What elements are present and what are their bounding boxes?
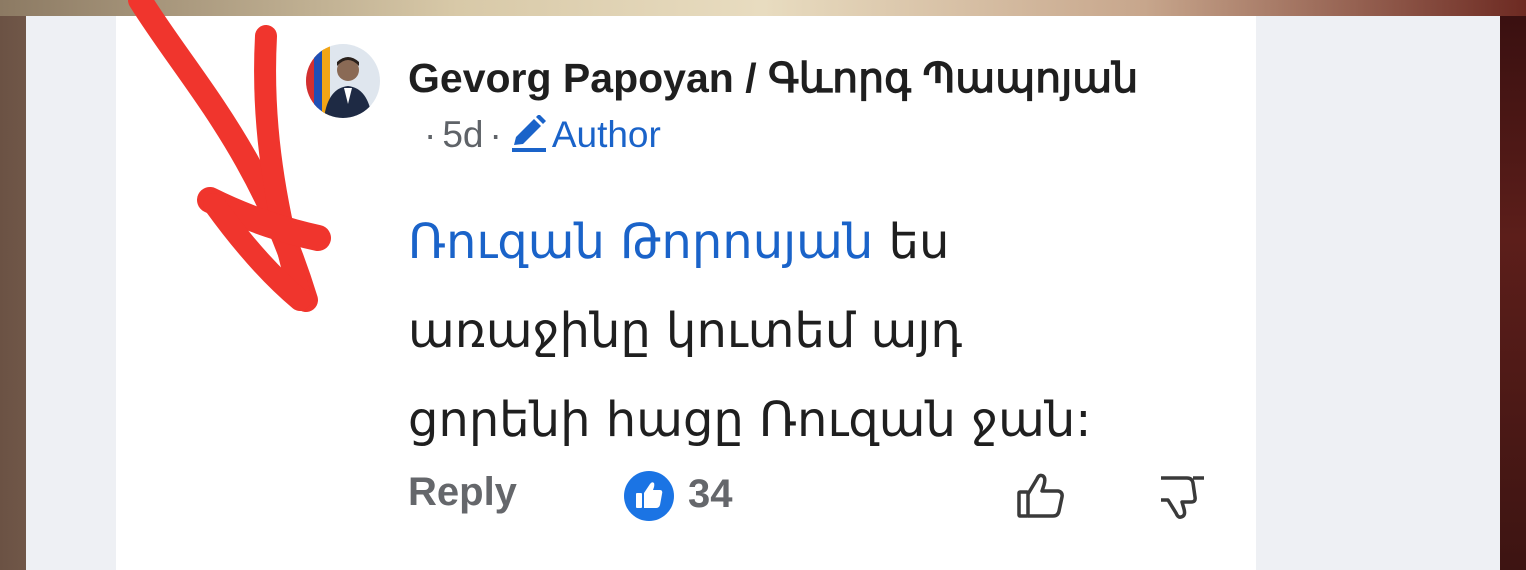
comment-line-3: ցորենի հացը Ռուզան ջան: [408, 392, 1092, 448]
comment-meta: · 5d · Author [418, 114, 661, 156]
comment-line-1: Ռուզան Թորոսյան ես [408, 198, 1228, 287]
background-edge [1500, 16, 1526, 570]
like-count: 34 [688, 472, 733, 516]
comment-text-segment: ես [873, 214, 950, 270]
thumbs-down-icon[interactable] [1156, 470, 1210, 524]
reply-button[interactable]: Reply [408, 470, 517, 515]
like-badge-icon [624, 471, 674, 521]
background-blur [0, 0, 1526, 16]
author-badge-label: Author [551, 114, 661, 155]
pencil-icon [511, 115, 546, 152]
comment-line-2: առաջինը կուտեմ այդ [408, 303, 963, 359]
thumbs-up-icon[interactable] [1014, 468, 1068, 522]
mention-link[interactable]: Ռուզան Թորոսյան [408, 214, 873, 270]
meta-separator: · [489, 114, 502, 155]
comment-text: Ռուզան Թորոսյան ես առաջինը կուտեմ այդ ցո… [408, 198, 1228, 465]
comment-time[interactable]: 5d [442, 114, 483, 156]
author-name[interactable]: Gevorg Papoyan / Գևորգ Պապոյան [408, 54, 1138, 102]
author-badge: Author [508, 114, 661, 156]
avatar[interactable] [306, 44, 380, 118]
meta-separator: · [424, 114, 437, 155]
